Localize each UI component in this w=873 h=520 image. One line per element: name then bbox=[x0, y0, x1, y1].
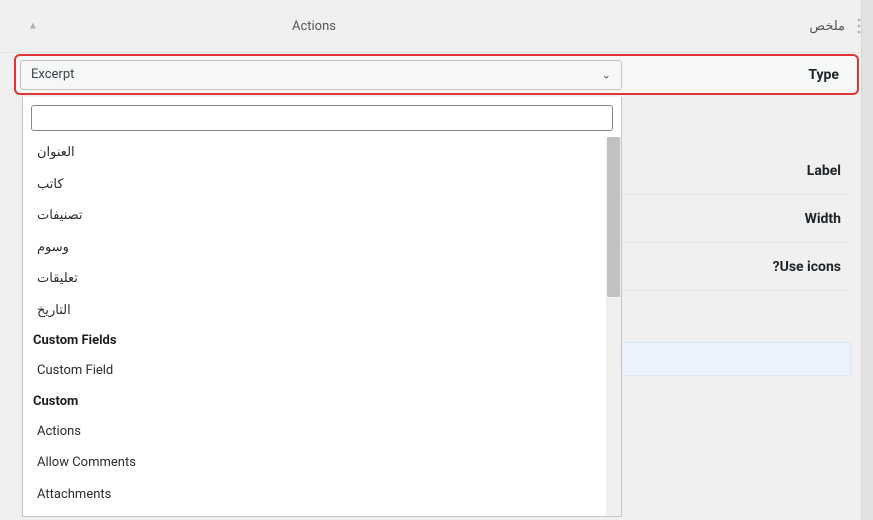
dropdown-option[interactable]: تصنيفات bbox=[23, 200, 621, 232]
dropdown-option[interactable]: Custom Field bbox=[23, 355, 621, 387]
dropdown-group-heading: Custom bbox=[23, 387, 621, 416]
type-row-highlight: Excerpt ⌄ Type bbox=[14, 54, 859, 95]
type-field-label: Type bbox=[622, 67, 857, 83]
panel-right-edge bbox=[861, 0, 873, 520]
header-left: ▲ Actions bbox=[0, 19, 628, 34]
sort-caret-icon[interactable]: ▲ bbox=[28, 21, 38, 32]
dropdown-option[interactable]: وسوم bbox=[23, 232, 621, 264]
type-select[interactable]: Excerpt ⌄ bbox=[20, 60, 622, 90]
dropdown-search-input[interactable] bbox=[31, 105, 613, 131]
dropdown-search-wrap bbox=[23, 97, 621, 137]
type-select-value: Excerpt bbox=[31, 67, 74, 82]
dropdown-option[interactable]: Actions bbox=[23, 416, 621, 448]
dropdown-option[interactable]: كاتب bbox=[23, 169, 621, 201]
dropdown-option[interactable]: تعليقات bbox=[23, 263, 621, 295]
use-icons-field-label: ?Use icons bbox=[773, 259, 841, 275]
header-row: ▲ Actions ملخص bbox=[0, 0, 873, 53]
actions-heading: Actions bbox=[292, 19, 336, 34]
dropdown-option[interactable]: التاريخ bbox=[23, 295, 621, 327]
label-field-label: Label bbox=[807, 163, 841, 179]
dropdown-scrollbar-thumb[interactable] bbox=[607, 137, 620, 297]
dropdown-option[interactable]: Author bbox=[23, 510, 621, 516]
summary-heading: ملخص bbox=[628, 19, 873, 34]
dropdown-list: العنوان كاتب تصنيفات وسوم تعليقات التاري… bbox=[23, 137, 621, 516]
summary-heading-text: ملخص bbox=[809, 19, 845, 34]
dropdown-option[interactable]: العنوان bbox=[23, 137, 621, 169]
chevron-down-icon: ⌄ bbox=[602, 68, 611, 81]
dropdown-scrollbar-track bbox=[606, 137, 621, 517]
width-field-label: Width bbox=[805, 211, 841, 227]
type-select-wrap: Excerpt ⌄ bbox=[20, 60, 622, 90]
dropdown-group-heading: Custom Fields bbox=[23, 326, 621, 355]
column-settings-panel: ▲ Actions ملخص Excerpt ⌄ Type Label bbox=[0, 0, 873, 53]
type-dropdown: العنوان كاتب تصنيفات وسوم تعليقات التاري… bbox=[22, 97, 622, 517]
dropdown-option[interactable]: Allow Comments bbox=[23, 447, 621, 479]
dropdown-option[interactable]: Attachments bbox=[23, 479, 621, 511]
